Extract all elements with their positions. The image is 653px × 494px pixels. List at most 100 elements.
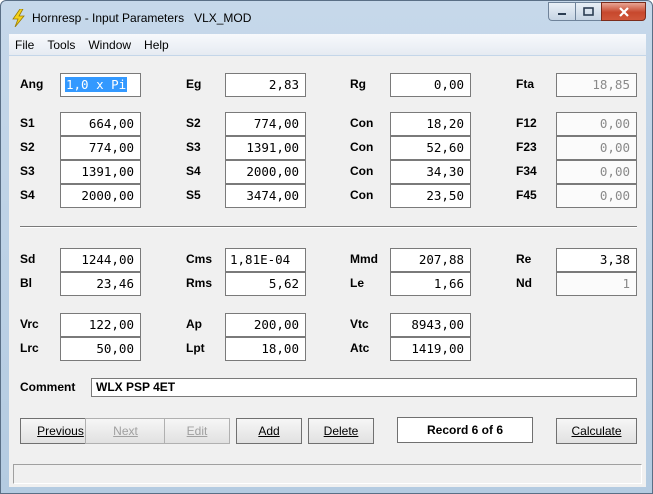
lrc-label: Lrc [20,341,39,355]
next-button-label: Next [113,424,138,438]
calculate-button-label: Calculate [571,424,622,438]
add-button-label: Add [258,424,280,438]
re-field[interactable]: 3,38 [556,248,637,272]
s3-label: S3 [20,164,35,178]
s3-field[interactable]: 1391,00 [60,160,141,184]
next-button: Next [85,418,166,444]
s2-end-label: S2 [186,116,201,130]
caption-buttons [548,2,646,21]
nd-field[interactable]: 1 [556,272,637,296]
lrc-field[interactable]: 50,00 [60,337,141,361]
ang-label: Ang [20,77,44,91]
con4-field[interactable]: 23,50 [390,184,471,208]
mmd-label: Mmd [350,252,378,266]
maximize-icon [583,7,594,16]
le-label: Le [350,276,365,290]
edit-button-label: Edit [186,424,208,438]
window-title: Hornresp - Input Parameters VLX_MOD [32,11,252,25]
con4-label: Con [350,188,374,202]
rg-label: Rg [350,77,366,91]
le-field[interactable]: 1,66 [390,272,471,296]
status-bar [9,461,646,487]
f23-field: 0,00 [556,136,637,160]
bl-field[interactable]: 23,46 [60,272,141,296]
vtc-label: Vtc [350,317,369,331]
cms-field[interactable]: 1,81E-04 [225,248,306,272]
f23-label: F23 [516,140,537,154]
f12-label: F12 [516,116,537,130]
atc-label: Atc [350,341,370,355]
bl-label: Bl [20,276,32,290]
con1-label: Con [350,116,374,130]
s2-end-field[interactable]: 774,00 [225,112,306,136]
ap-label: Ap [186,317,202,331]
s4-end-label: S4 [186,164,201,178]
con2-label: Con [350,140,374,154]
record-indicator: Record 6 of 6 [397,417,533,443]
fta-field: 18,85 [556,73,637,97]
re-label: Re [516,252,532,266]
ang-value: 1,0 x Pi [65,77,128,92]
nd-label: Nd [516,276,532,290]
comment-label: Comment [20,380,76,394]
con1-field[interactable]: 18,20 [390,112,471,136]
mmd-field[interactable]: 207,88 [390,248,471,272]
s1-field[interactable]: 664,00 [60,112,141,136]
s2-label: S2 [20,140,35,154]
minimize-button[interactable] [548,2,575,21]
f45-field: 0,00 [556,184,637,208]
s5-label: S5 [186,188,201,202]
rms-label: Rms [186,276,213,290]
rg-field[interactable]: 0,00 [390,73,471,97]
f34-label: F34 [516,164,537,178]
s4-label: S4 [20,188,35,202]
eg-field[interactable]: 2,83 [225,73,306,97]
input-parameters-panel: Ang 1,0 x Pi Eg 2,83 Rg 0,00 Fta 18,85 S… [9,56,646,461]
previous-button-label: Previous [37,424,84,438]
con2-field[interactable]: 52,60 [390,136,471,160]
calculate-button[interactable]: Calculate [556,418,637,444]
lpt-label: Lpt [186,341,205,355]
eg-label: Eg [186,77,202,91]
add-button[interactable]: Add [236,418,302,444]
sd-field[interactable]: 1244,00 [60,248,141,272]
sd-label: Sd [20,252,36,266]
maximize-button[interactable] [575,2,601,21]
lpt-field[interactable]: 18,00 [225,337,306,361]
s3-end-label: S3 [186,140,201,154]
cms-label: Cms [186,252,213,266]
s3-end-field[interactable]: 1391,00 [225,136,306,160]
s2-field[interactable]: 774,00 [60,136,141,160]
section-divider [20,226,637,228]
title-bar[interactable]: Hornresp - Input Parameters VLX_MOD [1,1,652,34]
comment-field[interactable]: WLX PSP 4ET [91,378,637,397]
s5-field[interactable]: 3474,00 [225,184,306,208]
close-icon [618,6,629,17]
s4-end-field[interactable]: 2000,00 [225,160,306,184]
status-field [13,464,642,484]
minimize-icon [558,12,566,15]
menu-bar: File Tools Window Help [9,34,646,55]
f34-field: 0,00 [556,160,637,184]
lightning-bolt-icon [10,8,26,28]
vrc-label: Vrc [20,317,39,331]
rms-field[interactable]: 5,62 [225,272,306,296]
edit-button: Edit [164,418,230,444]
menu-window[interactable]: Window [82,38,138,52]
con3-label: Con [350,164,374,178]
f45-label: F45 [516,188,537,202]
atc-field[interactable]: 1419,00 [390,337,471,361]
delete-button-label: Delete [323,424,359,438]
menu-file[interactable]: File [9,38,41,52]
menu-help[interactable]: Help [138,38,176,52]
ap-field[interactable]: 200,00 [225,313,306,337]
fta-label: Fta [516,77,534,91]
con3-field[interactable]: 34,30 [390,160,471,184]
ang-field[interactable]: 1,0 x Pi [60,73,141,97]
vrc-field[interactable]: 122,00 [60,313,141,337]
delete-button[interactable]: Delete [308,418,374,444]
menu-tools[interactable]: Tools [41,38,82,52]
s4-field[interactable]: 2000,00 [60,184,141,208]
close-button[interactable] [601,2,646,21]
vtc-field[interactable]: 8943,00 [390,313,471,337]
